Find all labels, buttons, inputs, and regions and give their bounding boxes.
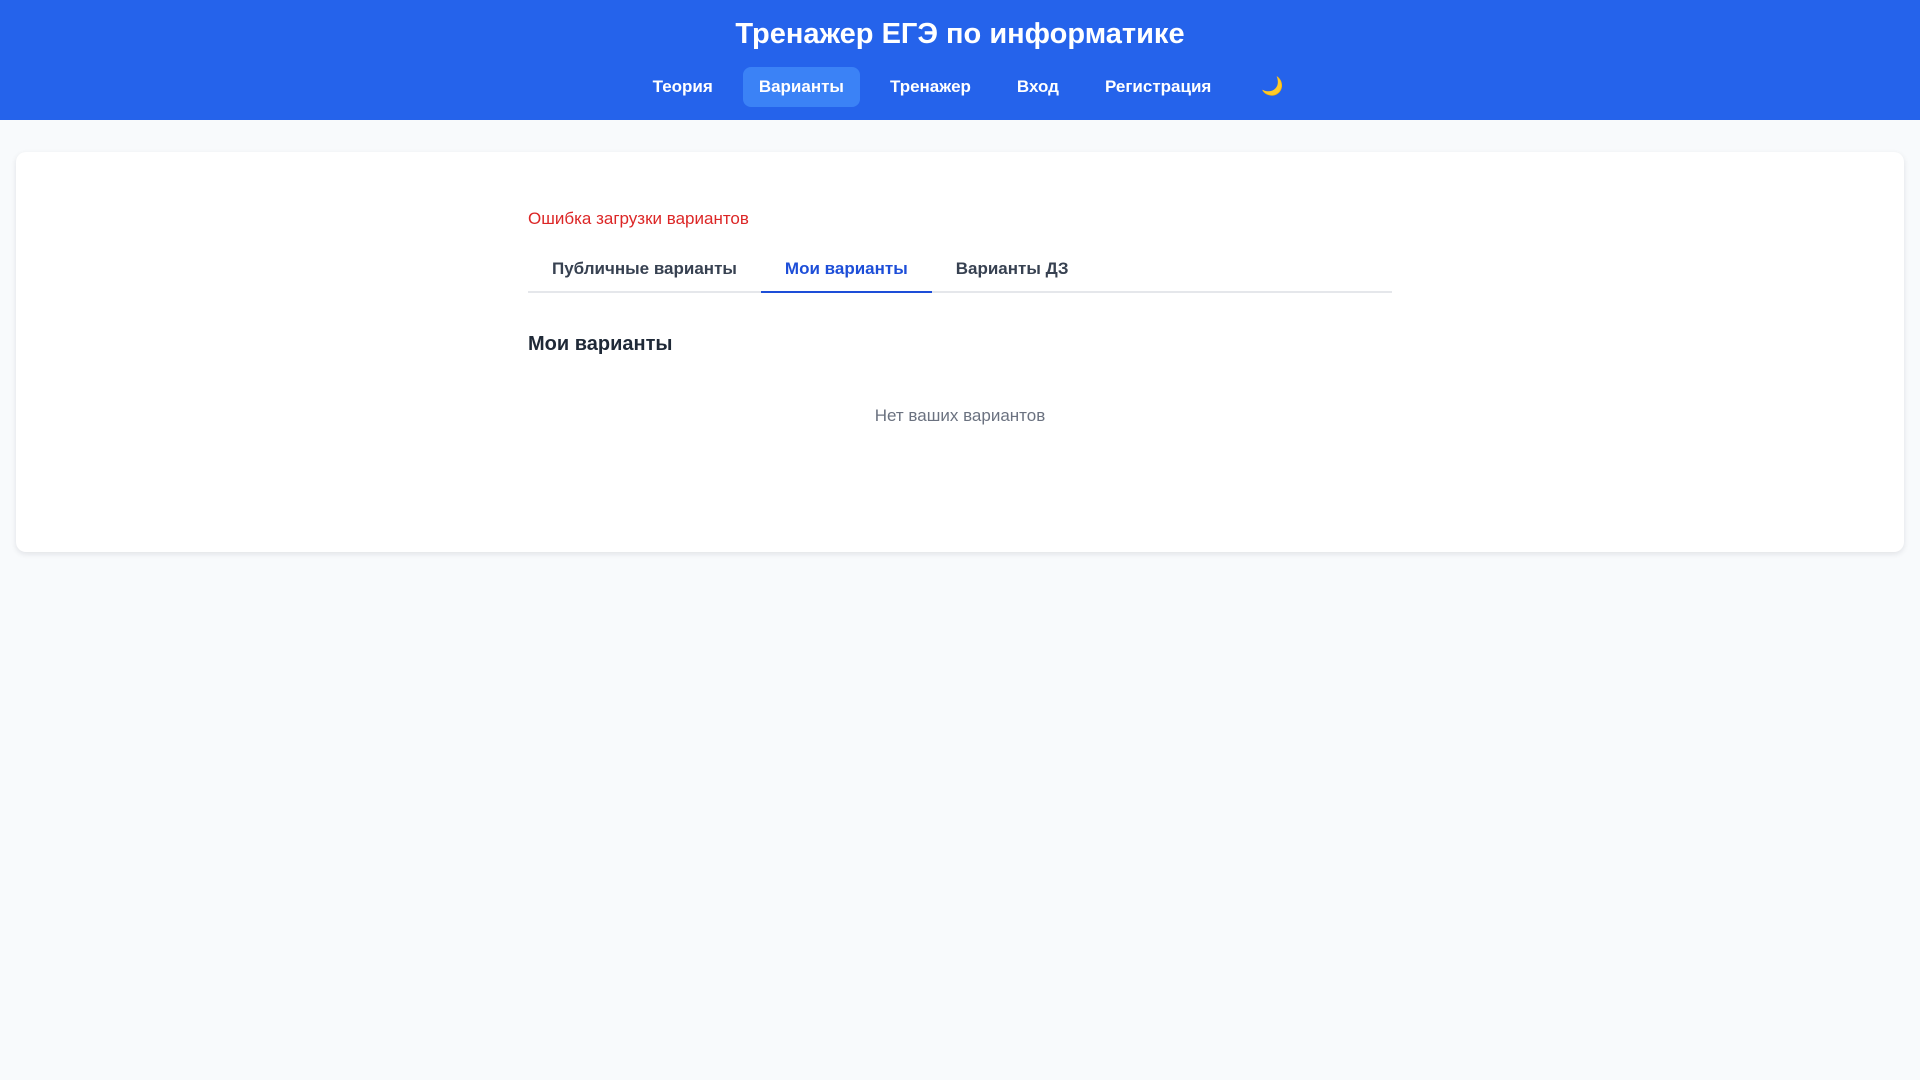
nav-trainer[interactable]: Тренажер xyxy=(874,67,987,107)
variants-card: Ошибка загрузки вариантов Публичные вари… xyxy=(16,152,1904,552)
variants-tabs: Публичные варианты Мои варианты Варианты… xyxy=(528,247,1392,293)
tab-homework-variants[interactable]: Варианты ДЗ xyxy=(932,247,1093,293)
error-message: Ошибка загрузки вариантов xyxy=(528,209,749,228)
main-nav: Теория Варианты Тренажер Вход Регистраци… xyxy=(630,66,1291,107)
theme-toggle-button[interactable]: 🌙 xyxy=(1254,67,1290,107)
nav-login[interactable]: Вход xyxy=(1001,67,1075,107)
tab-my-variants[interactable]: Мои варианты xyxy=(760,247,932,293)
nav-theory[interactable]: Теория xyxy=(637,67,729,107)
nav-register[interactable]: Регистрация xyxy=(1089,67,1227,107)
empty-state-message: Нет ваших вариантов xyxy=(874,406,1046,425)
section-title: Мои варианты xyxy=(528,333,673,355)
moon-icon: 🌙 xyxy=(1261,76,1284,97)
site-title: Тренажер ЕГЭ по информатике xyxy=(735,18,1185,50)
tab-public-variants[interactable]: Публичные варианты xyxy=(528,247,761,293)
site-header: Тренажер ЕГЭ по информатике Теория Вариа… xyxy=(0,0,1920,120)
nav-variants[interactable]: Варианты xyxy=(742,66,860,107)
